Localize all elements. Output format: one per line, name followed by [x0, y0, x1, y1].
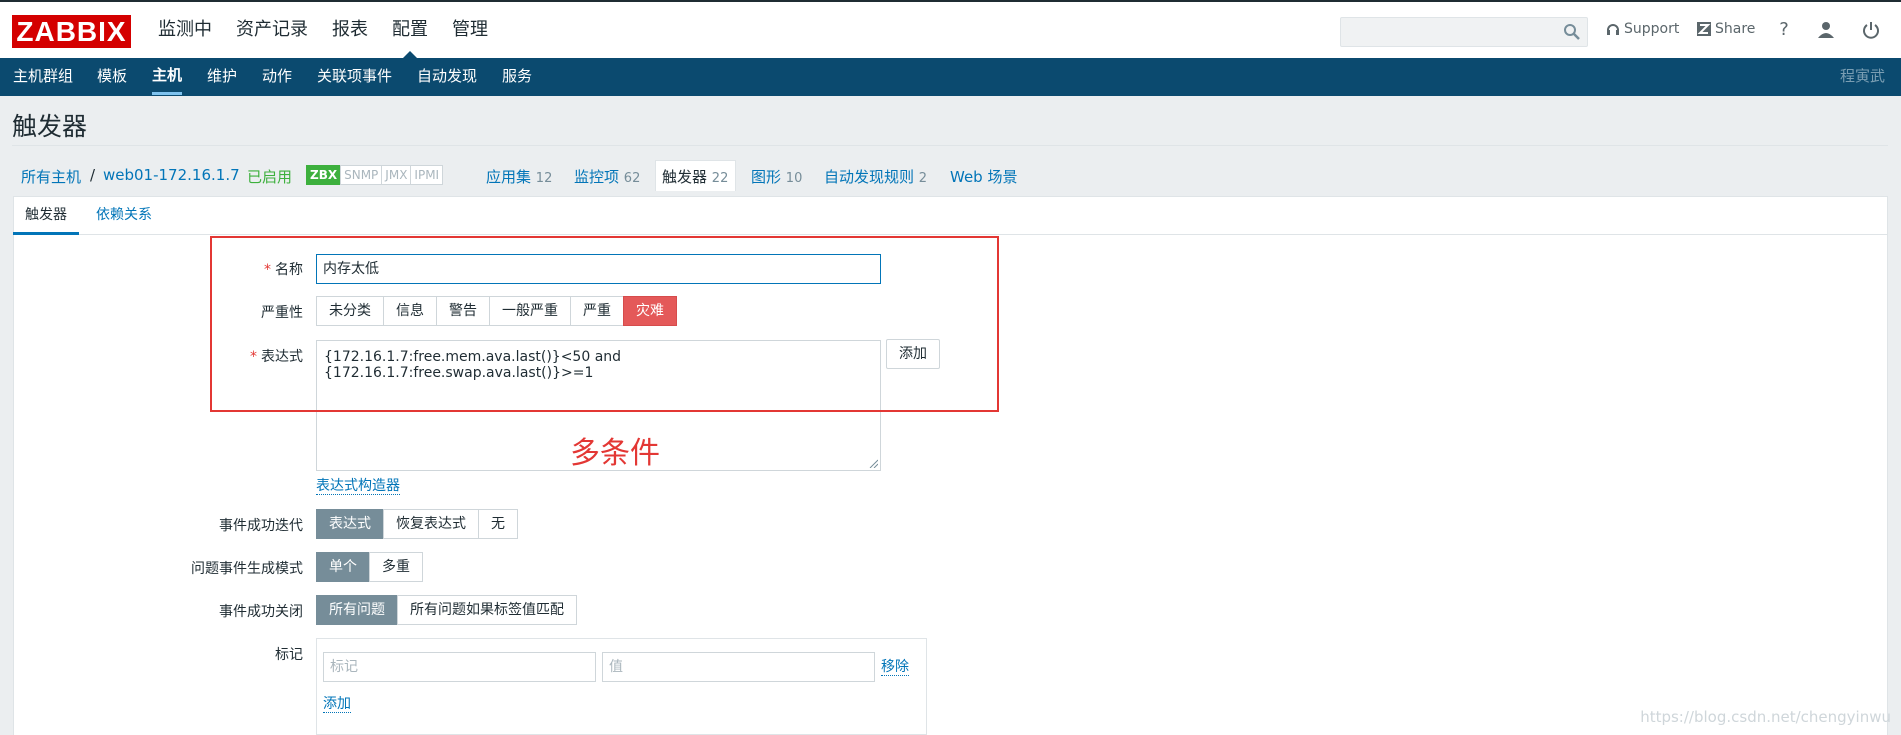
items-label: 监控项 [574, 168, 620, 186]
applications-label: 应用集 [486, 168, 532, 186]
menu-administration[interactable]: 管理 [440, 2, 500, 58]
search-icon[interactable] [1563, 23, 1581, 41]
main-menu: 监测中 资产记录 报表 配置 管理 [146, 2, 500, 60]
menu-monitoring[interactable]: 监测中 [146, 2, 224, 58]
subnav-correlation[interactable]: 关联项事件 [317, 58, 392, 94]
crumb-separator: / [90, 166, 96, 184]
annotation-text: 多条件 [570, 436, 660, 471]
crumb-applications[interactable]: 应用集 12 [486, 166, 552, 187]
subnav-maintenance[interactable]: 维护 [207, 58, 237, 94]
headset-icon [1607, 24, 1619, 35]
tab-dependencies[interactable]: 依赖关系 [84, 198, 164, 232]
problem-mode-selector: 单个 多重 [316, 552, 423, 582]
crumb-items[interactable]: 监控项 62 [574, 166, 640, 187]
watermark: https://blog.csdn.net/chengyinwu [1640, 708, 1891, 726]
remove-tag-link[interactable]: 移除 [881, 659, 909, 676]
badge-ipmi: IPMI [410, 165, 444, 185]
crumb-web[interactable]: Web 场景 [950, 166, 1017, 187]
badge-jmx: JMX [381, 165, 412, 185]
form-tabs: 触发器 依赖关系 [13, 198, 1888, 235]
problem-mode-multiple[interactable]: 多重 [369, 552, 423, 582]
crumb-host[interactable]: web01-172.16.1.7 [103, 166, 240, 184]
subnav-templates[interactable]: 模板 [97, 58, 127, 94]
problem-mode-label: 问题事件生成模式 [191, 561, 303, 577]
share-z-icon [1697, 22, 1711, 36]
tags-label: 标记 [275, 647, 303, 663]
title-divider [12, 145, 1888, 146]
subnav-services[interactable]: 服务 [502, 58, 532, 94]
sub-navigation: 主机群组 模板 主机 维护 动作 关联项事件 自动发现 服务 程寅武 [0, 58, 1901, 96]
menu-reports[interactable]: 报表 [320, 2, 380, 58]
search-input[interactable] [1340, 17, 1588, 47]
crumb-graphs[interactable]: 图形 10 [751, 166, 802, 187]
ok-event-expression[interactable]: 表达式 [316, 509, 384, 539]
discovery-label: 自动发现规则 [824, 168, 915, 186]
share-label: Share [1715, 21, 1756, 37]
ok-close-tag-match[interactable]: 所有问题如果标签值匹配 [397, 595, 577, 625]
problem-mode-single[interactable]: 单个 [316, 552, 370, 582]
graphs-label: 图形 [751, 168, 782, 186]
highlight-box [210, 236, 999, 412]
crumb-discovery[interactable]: 自动发现规则 2 [824, 166, 927, 187]
crumb-triggers[interactable]: 触发器 22 [662, 166, 728, 187]
top-header: ZABBIX 监测中 资产记录 报表 配置 管理 Support Share ? [0, 0, 1901, 60]
ok-event-selector: 表达式 恢复表达式 无 [316, 509, 518, 539]
ok-event-none[interactable]: 无 [478, 509, 518, 539]
user-profile-icon[interactable] [1816, 20, 1836, 40]
subnav-hosts[interactable]: 主机 [152, 58, 183, 95]
crumb-all-hosts[interactable]: 所有主机 [21, 166, 81, 187]
support-link[interactable]: Support [1606, 21, 1679, 37]
ok-close-label: 事件成功关闭 [219, 604, 303, 620]
triggers-count: 22 [711, 171, 729, 186]
subnav-host-groups[interactable]: 主机群组 [13, 58, 73, 94]
zabbix-logo[interactable]: ZABBIX [12, 15, 131, 48]
support-label: Support [1624, 21, 1680, 37]
page-title: 触发器 [12, 112, 88, 141]
add-tag-link[interactable]: 添加 [323, 696, 351, 713]
triggers-label: 触发器 [662, 168, 708, 186]
tag-value-input[interactable]: 值 [602, 652, 875, 682]
resize-grip-icon[interactable] [868, 458, 878, 468]
menu-inventory[interactable]: 资产记录 [224, 2, 320, 58]
badge-zbx: ZBX [306, 165, 342, 185]
items-count: 62 [623, 171, 641, 186]
ok-event-label: 事件成功迭代 [219, 518, 303, 534]
availability-badges: ZBX SNMP JMX IPMI [306, 165, 444, 185]
applications-count: 12 [535, 171, 553, 186]
share-link[interactable]: Share [1697, 21, 1755, 37]
subnav-actions[interactable]: 动作 [262, 58, 292, 94]
subnav-discovery[interactable]: 自动发现 [417, 58, 477, 94]
power-icon[interactable] [1861, 20, 1881, 40]
tab-trigger[interactable]: 触发器 [13, 198, 79, 235]
ok-close-selector: 所有问题 所有问题如果标签值匹配 [316, 595, 577, 625]
breadcrumb: 所有主机 / web01-172.16.1.7 已启用 应用集 12 监控项 6… [0, 158, 1901, 192]
tag-name-input[interactable]: 标记 [323, 652, 596, 682]
graphs-count: 10 [785, 171, 803, 186]
host-status[interactable]: 已启用 [247, 166, 292, 187]
badge-snmp: SNMP [340, 165, 383, 185]
help-icon[interactable]: ? [1774, 20, 1794, 40]
ok-close-all[interactable]: 所有问题 [316, 595, 398, 625]
menu-configuration[interactable]: 配置 [380, 2, 440, 60]
discovery-count: 2 [918, 171, 928, 186]
ok-event-recovery-expression[interactable]: 恢复表达式 [383, 509, 479, 539]
expression-builder-link[interactable]: 表达式构造器 [316, 478, 400, 495]
current-user: 程寅武 [1839, 67, 1885, 85]
